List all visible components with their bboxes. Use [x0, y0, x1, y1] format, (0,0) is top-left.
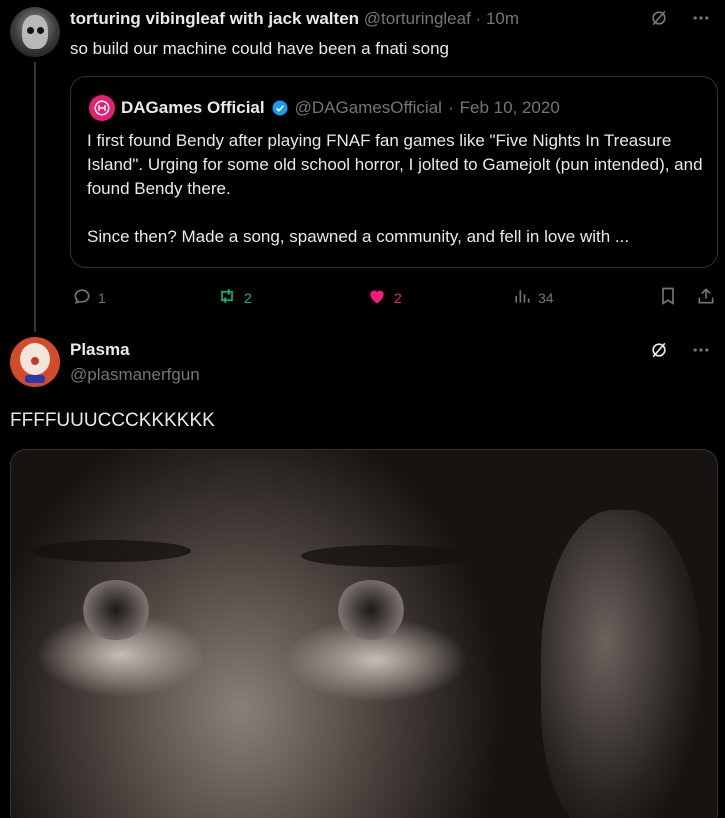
display-name[interactable]: torturing vibingleaf with jack walten — [70, 9, 359, 28]
separator: · — [475, 9, 482, 28]
media-background-figure — [541, 510, 701, 818]
handle[interactable]: @torturingleaf — [364, 9, 471, 28]
share-button[interactable] — [696, 286, 716, 309]
quote-date[interactable]: Feb 10, 2020 — [460, 98, 560, 118]
quote-avatar[interactable] — [89, 95, 115, 121]
retweet-button[interactable]: 2 — [216, 286, 252, 309]
media-eye-left — [81, 580, 151, 640]
like-button[interactable]: 2 — [366, 286, 402, 309]
quote-display-name[interactable]: DAGames Official — [121, 98, 265, 118]
retweet-icon — [216, 286, 238, 309]
grok-icon[interactable] — [649, 340, 669, 360]
tweet-torturingleaf[interactable]: torturing vibingleaf with jack walten @t… — [0, 0, 725, 332]
more-icon[interactable] — [691, 8, 711, 28]
avatar-face — [22, 15, 48, 49]
quote-separator: · — [447, 98, 454, 117]
avatar[interactable] — [10, 337, 60, 387]
avatar-nose — [31, 357, 39, 365]
bookmark-icon — [658, 286, 678, 309]
grok-icon[interactable] — [649, 8, 669, 28]
quote-handle[interactable]: @DAGamesOfficial — [295, 98, 442, 118]
quote-tweet[interactable]: DAGames Official @DAGamesOfficial · Feb … — [70, 76, 718, 268]
avatar[interactable] — [10, 7, 60, 57]
retweet-count: 2 — [244, 289, 252, 306]
handle[interactable]: @plasmanerfgun — [70, 365, 200, 385]
quote-paragraph-1: I first found Bendy after playing FNAF f… — [87, 131, 703, 198]
tweet-text: so build our machine could have been a f… — [70, 39, 449, 58]
quote-paragraph-2: Since then? Made a song, spawned a commu… — [87, 227, 630, 246]
tweet-text: FFFFUUUCCCKKKKKK — [10, 410, 215, 431]
views-count: 34 — [538, 289, 554, 306]
tweet-top-icons — [649, 340, 711, 360]
tweet-media-image[interactable] — [10, 449, 718, 818]
verified-badge-icon — [271, 99, 289, 117]
like-count: 2 — [394, 289, 402, 306]
media-eye-right — [336, 580, 406, 640]
timestamp[interactable]: 10m — [486, 9, 519, 28]
views-button[interactable]: 34 — [512, 286, 554, 309]
reply-icon — [72, 286, 92, 309]
heart-icon — [366, 286, 388, 309]
thread-line — [34, 62, 36, 332]
more-icon[interactable] — [691, 340, 711, 360]
avatar-eye-left — [27, 27, 34, 34]
quote-text: I first found Bendy after playing FNAF f… — [87, 129, 707, 249]
reply-count: 1 — [98, 289, 106, 306]
tweet-top-icons — [649, 8, 711, 28]
avatar-bow — [25, 375, 45, 383]
display-name[interactable]: Plasma — [70, 340, 130, 360]
views-icon — [512, 286, 532, 309]
bookmark-button[interactable] — [658, 286, 678, 309]
tweet-actions: 1 2 2 34 — [70, 286, 718, 308]
media-brow-right — [301, 545, 471, 567]
avatar-eye-right — [37, 27, 44, 34]
media-brow-left — [31, 540, 191, 562]
share-icon — [696, 286, 716, 309]
tweet-header: torturing vibingleaf with jack walten @t… — [70, 9, 519, 29]
tweet-plasma[interactable]: Plasma @plasmanerfgun FFFFUUUCCCKKKKKK — [0, 325, 725, 818]
reply-button[interactable]: 1 — [72, 286, 106, 309]
quote-header: DAGames Official @DAGamesOfficial · Feb … — [89, 95, 560, 121]
